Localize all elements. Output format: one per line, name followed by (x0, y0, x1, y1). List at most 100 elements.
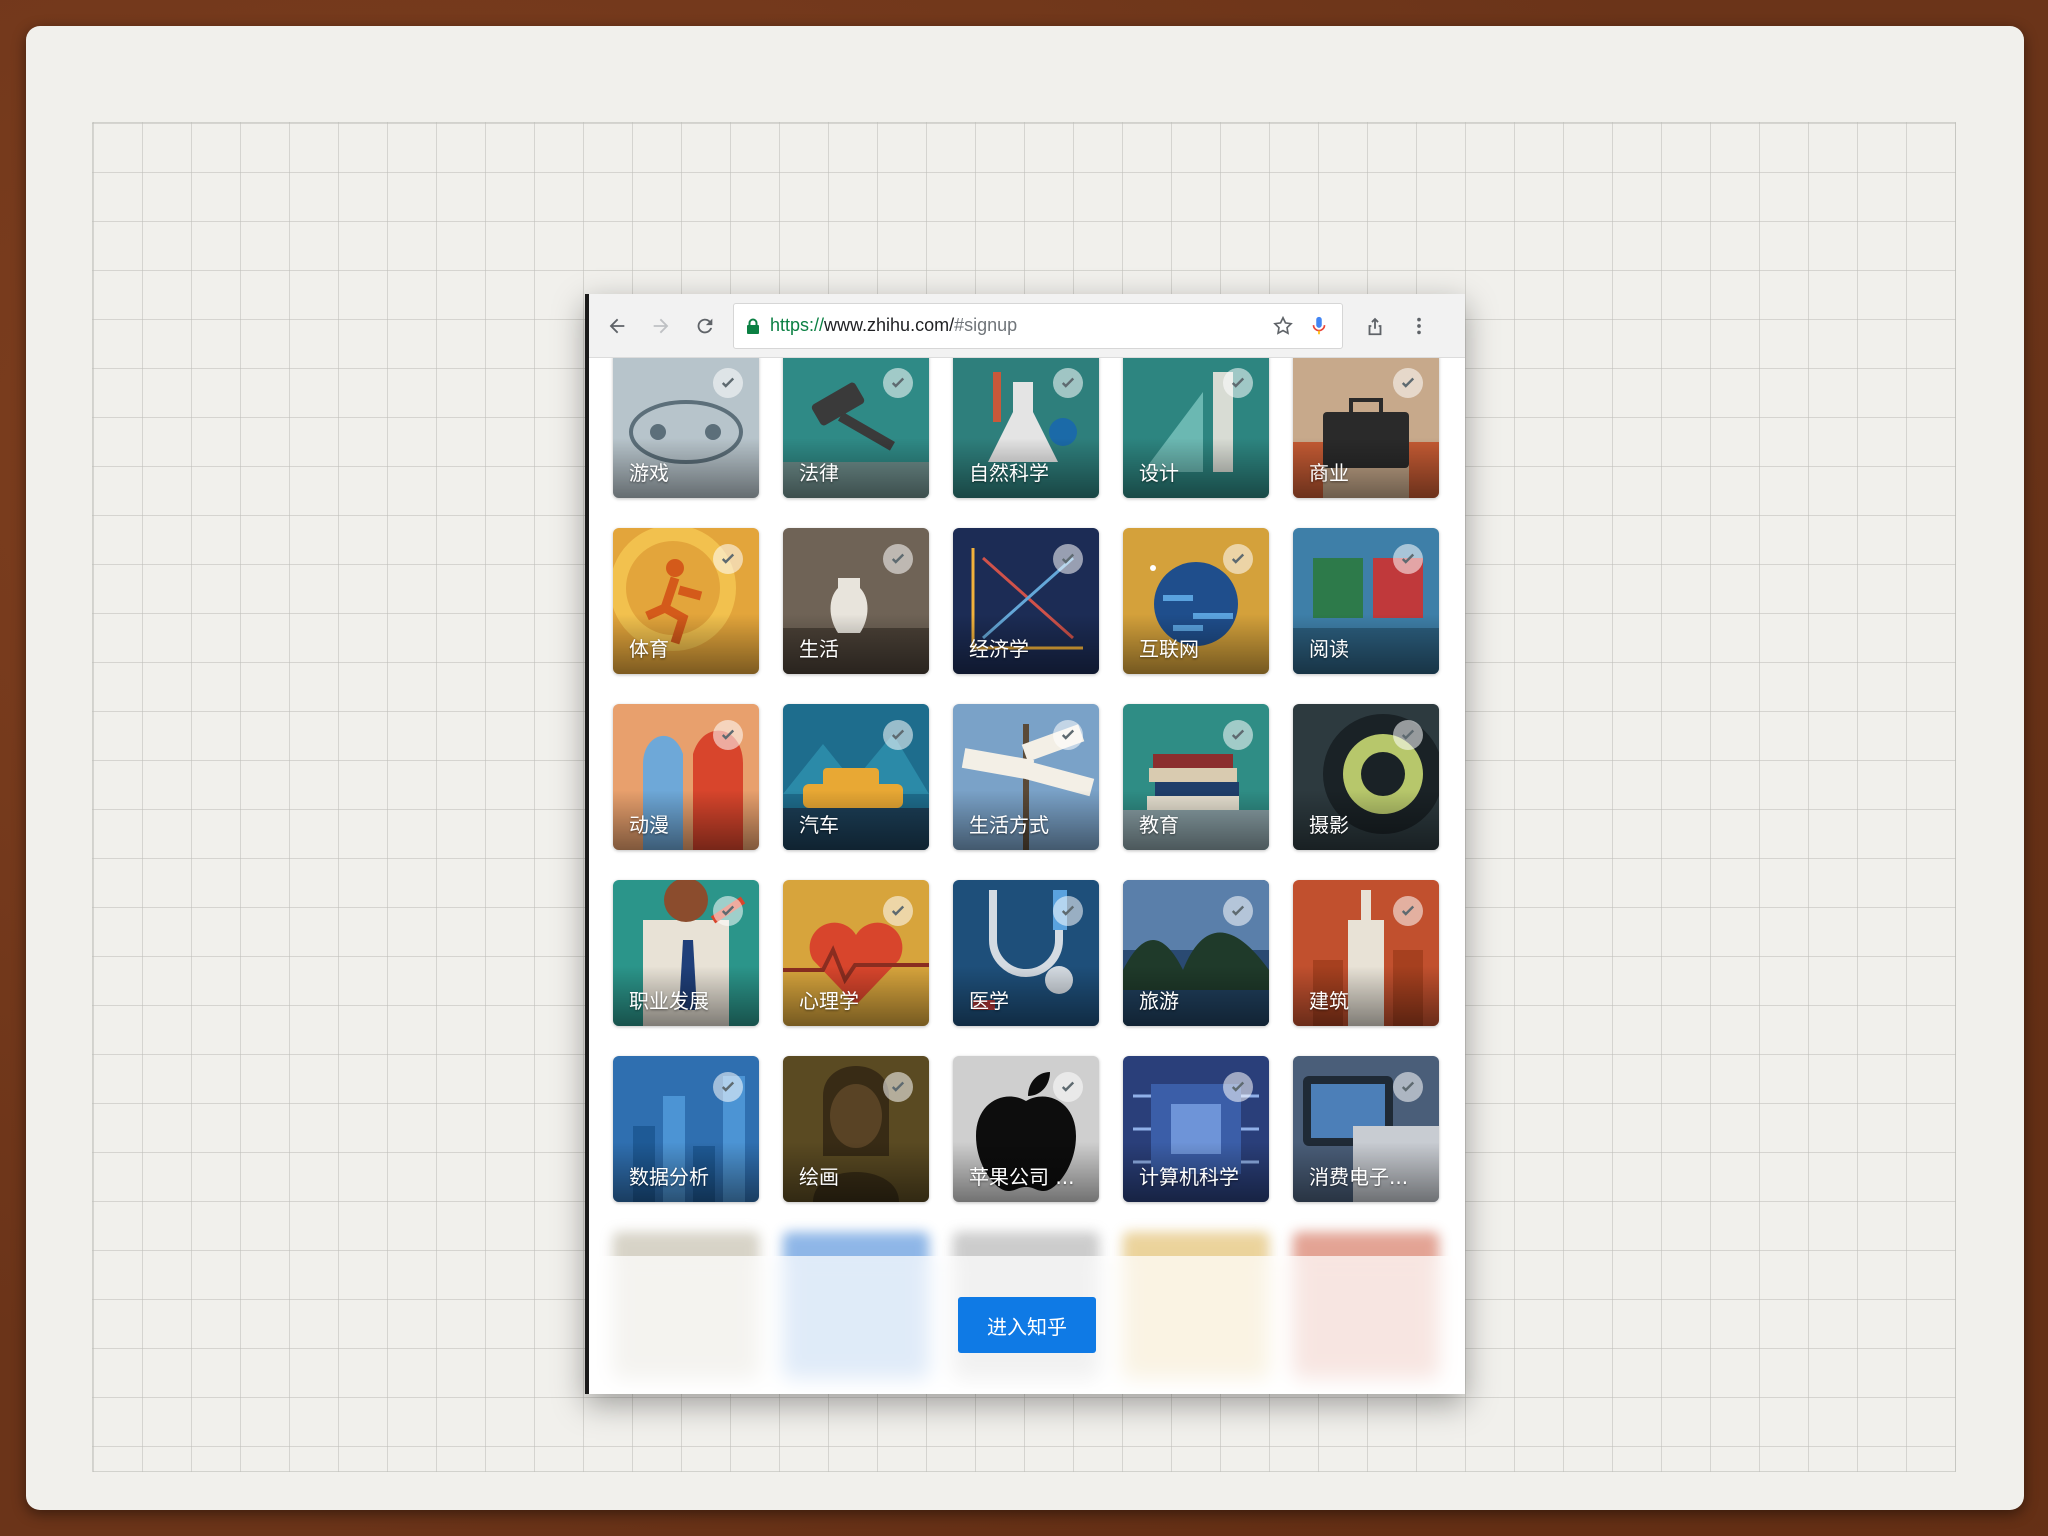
topic-label: 自然科学 (969, 461, 1049, 485)
topic-label: 经济学 (969, 637, 1029, 661)
check-icon (713, 544, 743, 574)
microphone-icon (1312, 316, 1326, 334)
check-icon (1393, 1072, 1423, 1102)
check-icon (1053, 896, 1083, 926)
topic-label: 绘画 (799, 1165, 839, 1189)
topic-tile[interactable]: 汽车 (783, 704, 929, 850)
more-vertical-icon (1417, 317, 1421, 334)
footer-bar: 进入知乎 (589, 1256, 1465, 1394)
topic-label: 消费电子... (1309, 1165, 1409, 1189)
topic-tile[interactable]: 体育 (613, 528, 759, 674)
topic-tile[interactable]: 设计 (1123, 358, 1269, 498)
check-icon (713, 720, 743, 750)
topic-tile[interactable]: 建筑 (1293, 880, 1439, 1026)
topic-label: 数据分析 (629, 1165, 709, 1189)
topic-tile[interactable]: 生活 (783, 528, 929, 674)
topic-label: 心理学 (799, 989, 859, 1013)
topic-selection-page: 游戏 法律 自然科学 设计 商业体育 生活 经济学 互联网 阅读动漫 汽车 生活方式 教育 摄影职业发展… (589, 358, 1465, 1394)
topic-label: 商业 (1309, 461, 1349, 485)
check-icon (713, 368, 743, 398)
topic-tile[interactable]: 数据分析 (613, 1056, 759, 1202)
check-icon (883, 720, 913, 750)
forward-button[interactable] (639, 304, 683, 348)
topic-tile[interactable]: 阅读 (1293, 528, 1439, 674)
url-host: www.zhihu.com/ (824, 315, 955, 335)
topic-tile[interactable]: 互联网 (1123, 528, 1269, 674)
topic-label: 医学 (969, 989, 1009, 1013)
browser-window: https://www.zhihu.com/#signup 游戏 法律 自然科学 设计… (585, 294, 1465, 1394)
topic-tile[interactable]: 心理学 (783, 880, 929, 1026)
topic-tile[interactable]: 经济学 (953, 528, 1099, 674)
topic-tile[interactable]: 商业 (1293, 358, 1439, 498)
topic-label: 建筑 (1309, 989, 1349, 1013)
topic-tile[interactable]: 苹果公司 ... (953, 1056, 1099, 1202)
arrow-left-icon (609, 318, 625, 333)
browser-toolbar: https://www.zhihu.com/#signup (589, 294, 1465, 358)
lock-icon (747, 318, 759, 334)
check-icon (1393, 368, 1423, 398)
topic-tile[interactable]: 计算机科学 (1123, 1056, 1269, 1202)
topic-tile[interactable]: 动漫 (613, 704, 759, 850)
voice-search-button[interactable] (1304, 311, 1334, 341)
check-icon (1053, 720, 1083, 750)
check-icon (1223, 720, 1253, 750)
arrow-right-icon (653, 318, 669, 333)
topic-tile[interactable]: 消费电子... (1293, 1056, 1439, 1202)
check-icon (1223, 896, 1253, 926)
topic-tile[interactable]: 教育 (1123, 704, 1269, 850)
topic-tile[interactable]: 法律 (783, 358, 929, 498)
check-icon (883, 896, 913, 926)
topic-tile[interactable]: 游戏 (613, 358, 759, 498)
topic-label: 法律 (799, 461, 839, 485)
topic-label: 计算机科学 (1139, 1165, 1239, 1189)
topic-tile[interactable]: 旅游 (1123, 880, 1269, 1026)
check-icon (713, 1072, 743, 1102)
topic-tile[interactable]: 生活方式 (953, 704, 1099, 850)
topic-label: 苹果公司 ... (969, 1165, 1075, 1189)
topic-label: 生活 (799, 637, 839, 661)
check-icon (713, 896, 743, 926)
bookmark-star-button[interactable] (1268, 311, 1298, 341)
topic-tile[interactable]: 绘画 (783, 1056, 929, 1202)
topic-tile[interactable]: 职业发展 (613, 880, 759, 1026)
check-icon (1223, 1072, 1253, 1102)
topic-label: 旅游 (1139, 989, 1179, 1013)
address-bar[interactable]: https://www.zhihu.com/#signup (733, 302, 1343, 349)
topic-label: 阅读 (1309, 637, 1349, 661)
topic-label: 职业发展 (629, 989, 709, 1013)
topic-label: 动漫 (629, 813, 669, 837)
check-icon (1223, 368, 1253, 398)
topic-tile[interactable]: 医学 (953, 880, 1099, 1026)
check-icon (1053, 1072, 1083, 1102)
check-icon (1393, 544, 1423, 574)
check-icon (883, 1072, 913, 1102)
topic-tile[interactable]: 自然科学 (953, 358, 1099, 498)
reload-button[interactable] (683, 304, 727, 348)
topic-label: 生活方式 (969, 813, 1049, 837)
share-button[interactable] (1353, 304, 1397, 348)
topic-tile[interactable]: 摄影 (1293, 704, 1439, 850)
url-path: #signup (954, 315, 1018, 335)
reload-icon (697, 318, 713, 333)
check-icon (1393, 896, 1423, 926)
star-icon (1273, 315, 1293, 335)
url-scheme: https:// (770, 315, 825, 335)
menu-button[interactable] (1397, 304, 1441, 348)
check-icon (883, 368, 913, 398)
check-icon (1393, 720, 1423, 750)
topic-label: 教育 (1139, 813, 1179, 837)
share-icon (1368, 317, 1382, 335)
enter-zhihu-button[interactable]: 进入知乎 (958, 1297, 1096, 1353)
topic-label: 汽车 (799, 813, 839, 837)
topic-label: 设计 (1139, 461, 1179, 485)
topic-grid: 游戏 法律 自然科学 设计 商业体育 生活 经济学 互联网 阅读动漫 汽车 生活方式 教育 摄影职业发展… (613, 358, 1439, 1378)
topic-label: 互联网 (1139, 637, 1199, 661)
check-icon (1223, 544, 1253, 574)
topic-label: 体育 (629, 637, 669, 661)
back-button[interactable] (595, 304, 639, 348)
topic-label: 摄影 (1309, 813, 1349, 837)
check-icon (1053, 544, 1083, 574)
topic-label: 游戏 (629, 461, 669, 485)
check-icon (883, 544, 913, 574)
check-icon (1053, 368, 1083, 398)
